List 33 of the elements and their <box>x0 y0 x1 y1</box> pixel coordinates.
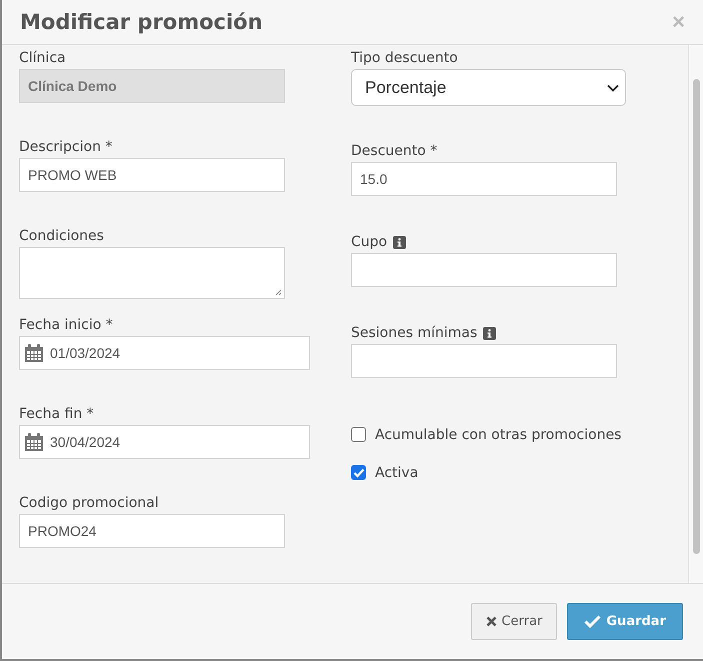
checkbox[interactable] <box>351 465 366 480</box>
dialog-title: Modificar promoción <box>20 10 263 34</box>
field-label: Sesiones mínimas <box>351 325 478 341</box>
checkbox[interactable] <box>351 427 366 442</box>
field-label: Condiciones <box>19 228 104 244</box>
field-label: Fecha inicio * <box>19 317 113 333</box>
input-field[interactable] <box>351 344 617 378</box>
input-field[interactable]: PROMO WEB <box>19 158 285 192</box>
date-field[interactable]: 30/04/2024 <box>19 425 310 459</box>
input-field[interactable] <box>351 253 617 287</box>
field-label: Fecha fin * <box>19 406 94 422</box>
close-button[interactable]: Cerrar <box>470 603 558 640</box>
field-label: Tipo descuento <box>351 50 458 66</box>
calendar-icon <box>24 432 44 452</box>
date-field[interactable]: 01/03/2024 <box>19 336 310 370</box>
checkmark-icon <box>584 615 602 628</box>
input-field[interactable]: 15.0 <box>351 162 617 196</box>
resize-handle-icon[interactable] <box>275 289 282 296</box>
checkbox-label: Activa <box>375 464 418 480</box>
dropdown[interactable]: Porcentaje <box>351 69 626 106</box>
checkbox-label: Acumulable con otras promociones <box>375 426 622 442</box>
date-value: 30/04/2024 <box>50 434 120 450</box>
field-label: Descuento * <box>351 143 438 159</box>
calendar-icon <box>24 343 44 363</box>
field-label: Clínica <box>19 50 66 66</box>
close-icon <box>486 616 497 627</box>
field-label: Descripcion * <box>19 139 112 155</box>
chevron-down-icon <box>607 84 619 92</box>
field-label: Cupo <box>351 234 388 250</box>
scrollbar-thumb[interactable] <box>692 79 700 554</box>
date-value: 01/03/2024 <box>50 345 120 361</box>
input-field[interactable]: PROMO24 <box>19 514 285 548</box>
field-label: Codigo promocional <box>19 495 159 511</box>
